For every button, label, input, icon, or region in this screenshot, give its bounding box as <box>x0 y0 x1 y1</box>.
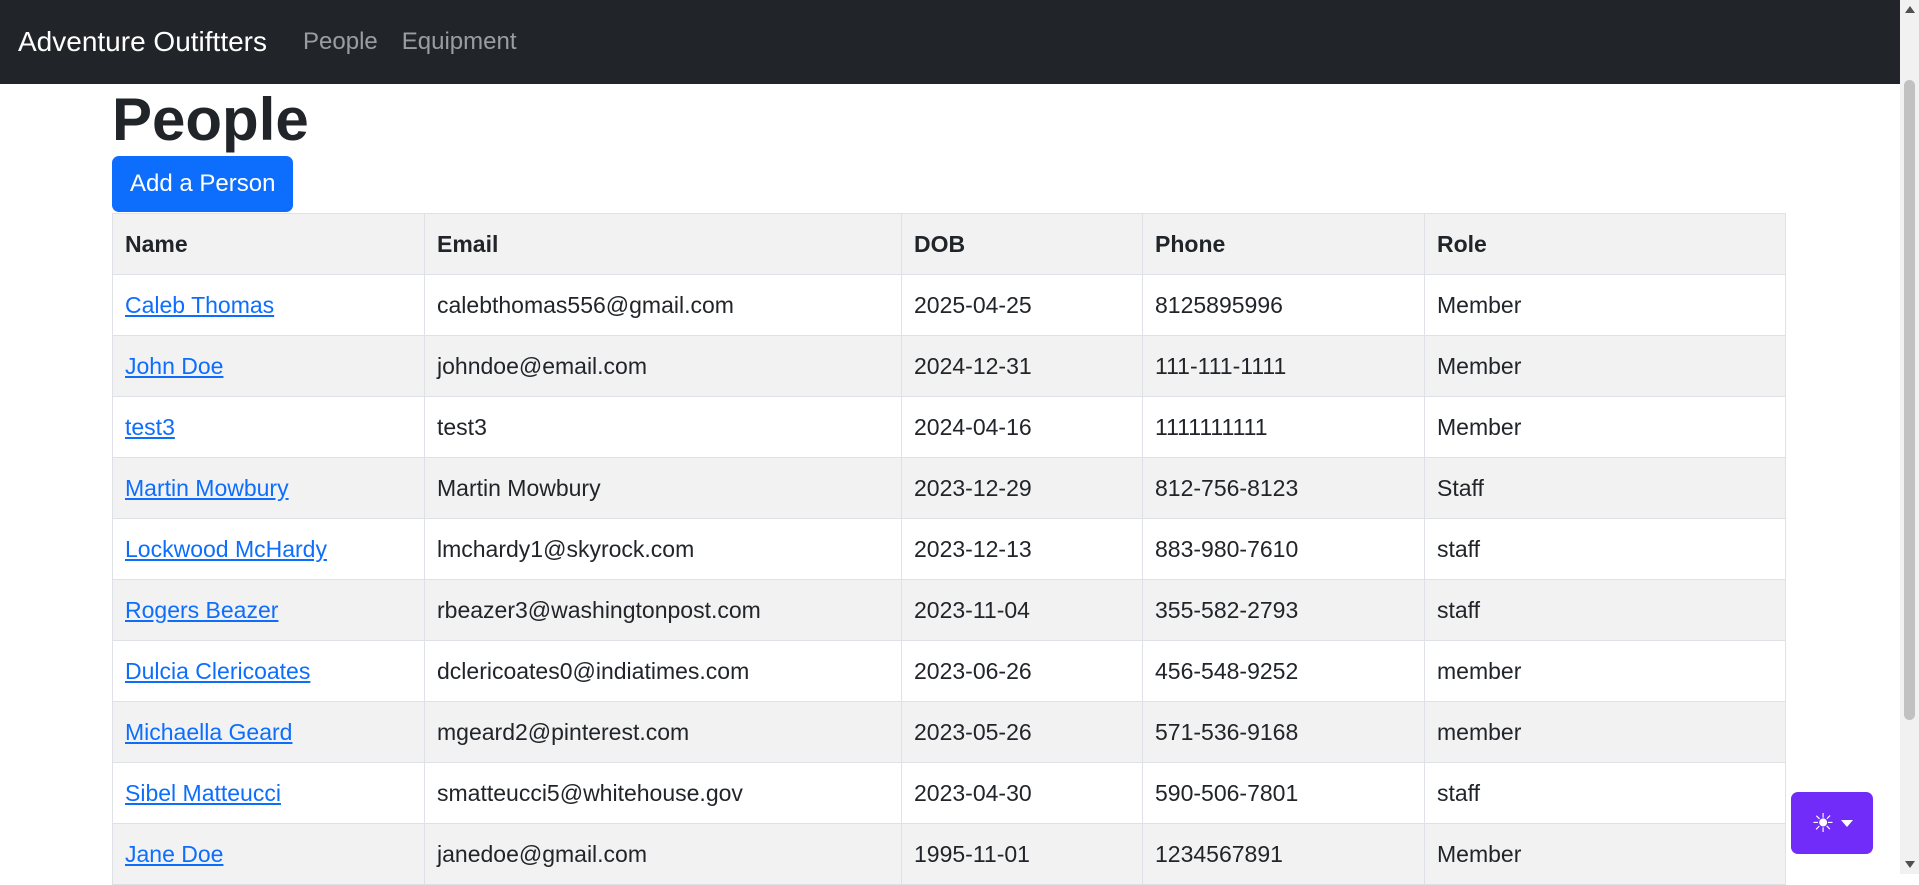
person-name-link[interactable]: Sibel Matteucci <box>125 780 281 806</box>
table-row: John Doe johndoe@email.com 2024-12-31 111-1… <box>112 335 1786 397</box>
cell-phone: 355-582-2793 <box>1142 579 1425 641</box>
table-row: Dulcia Clericoates dclericoates0@indiatim… <box>112 640 1786 702</box>
table-row: Lockwood McHardy lmchardy1@skyrock.com 202… <box>112 518 1786 580</box>
cell-role: Member <box>1424 274 1786 336</box>
cell-role: Member <box>1424 335 1786 397</box>
vertical-scrollbar[interactable] <box>1900 0 1919 874</box>
cell-phone: 590-506-7801 <box>1142 762 1425 824</box>
cell-dob: 2023-04-30 <box>901 762 1143 824</box>
cell-name: Caleb Thomas <box>112 274 425 336</box>
cell-role: Member <box>1424 396 1786 458</box>
theme-toggle-button[interactable]: ☀ <box>1791 792 1873 854</box>
cell-dob: 2024-04-16 <box>901 396 1143 458</box>
scroll-up-arrow-icon[interactable] <box>1905 6 1915 13</box>
cell-role: member <box>1424 640 1786 702</box>
cell-phone: 456-548-9252 <box>1142 640 1425 702</box>
cell-email: johndoe@email.com <box>424 335 902 397</box>
cell-phone: 1111111111 <box>1142 396 1425 458</box>
scrollbar-thumb[interactable] <box>1904 80 1915 720</box>
cell-phone: 883-980-7610 <box>1142 518 1425 580</box>
cell-role: Staff <box>1424 457 1786 519</box>
cell-name: Martin Mowbury <box>112 457 425 519</box>
person-name-link[interactable]: John Doe <box>125 353 223 379</box>
cell-phone: 571-536-9168 <box>1142 701 1425 763</box>
cell-role: staff <box>1424 762 1786 824</box>
cell-name: Dulcia Clericoates <box>112 640 425 702</box>
cell-name: Rogers Beazer <box>112 579 425 641</box>
cell-dob: 1995-11-01 <box>901 823 1143 885</box>
table-row: Sibel Matteucci smatteucci5@whitehouse.go… <box>112 762 1786 824</box>
cell-email: mgeard2@pinterest.com <box>424 701 902 763</box>
table-row: Rogers Beazer rbeazer3@washingtonpost.com… <box>112 579 1786 641</box>
table-row: Michaella Geard mgeard2@pinterest.com 2023… <box>112 701 1786 763</box>
cell-dob: 2023-12-13 <box>901 518 1143 580</box>
cell-dob: 2023-05-26 <box>901 701 1143 763</box>
cell-email: rbeazer3@washingtonpost.com <box>424 579 902 641</box>
cell-phone: 812-756-8123 <box>1142 457 1425 519</box>
cell-role: staff <box>1424 579 1786 641</box>
cell-name: Sibel Matteucci <box>112 762 425 824</box>
cell-phone: 1234567891 <box>1142 823 1425 885</box>
table-row: Jane Doe janedoe@gmail.com 1995-11-01 12345… <box>112 823 1786 885</box>
person-name-link[interactable]: Lockwood McHardy <box>125 536 327 562</box>
cell-email: janedoe@gmail.com <box>424 823 902 885</box>
top-navbar: Adventure Outiftters People Equipment <box>0 0 1900 84</box>
main-content: People Add a Person Name Email DOB Phone… <box>112 84 1787 885</box>
cell-role: Member <box>1424 823 1786 885</box>
page-title: People <box>112 86 309 153</box>
cell-name: John Doe <box>112 335 425 397</box>
cell-name: Jane Doe <box>112 823 425 885</box>
cell-dob: 2023-12-29 <box>901 457 1143 519</box>
cell-role: member <box>1424 701 1786 763</box>
table-body: Caleb Thomas calebthomas556@gmail.com 2025… <box>112 274 1786 885</box>
cell-role: staff <box>1424 518 1786 580</box>
brand-logo-text[interactable]: Adventure Outiftters <box>18 26 267 58</box>
chevron-down-icon <box>1840 819 1853 827</box>
add-person-button[interactable]: Add a Person <box>112 156 294 212</box>
person-name-link[interactable]: Jane Doe <box>125 841 223 867</box>
column-header-email: Email <box>424 213 902 275</box>
nav-link-equipment[interactable]: Equipment <box>402 28 517 56</box>
people-table: Name Email DOB Phone Role Caleb Thomas ca… <box>112 213 1786 885</box>
column-header-phone: Phone <box>1142 213 1425 275</box>
person-name-link[interactable]: Dulcia Clericoates <box>125 658 310 684</box>
cell-email: calebthomas556@gmail.com <box>424 274 902 336</box>
cell-email: smatteucci5@whitehouse.gov <box>424 762 902 824</box>
cell-dob: 2024-12-31 <box>901 335 1143 397</box>
table-row: Martin Mowbury Martin Mowbury 2023-12-29 81… <box>112 457 1786 519</box>
person-name-link[interactable]: Rogers Beazer <box>125 597 278 623</box>
nav-link-people[interactable]: People <box>303 28 378 56</box>
cell-phone: 8125895996 <box>1142 274 1425 336</box>
person-name-link[interactable]: Caleb Thomas <box>125 292 274 318</box>
cell-name: Lockwood McHardy <box>112 518 425 580</box>
cell-dob: 2023-06-26 <box>901 640 1143 702</box>
sun-icon: ☀ <box>1811 808 1835 838</box>
column-header-dob: DOB <box>901 213 1143 275</box>
cell-dob: 2025-04-25 <box>901 274 1143 336</box>
cell-email: lmchardy1@skyrock.com <box>424 518 902 580</box>
person-name-link[interactable]: Michaella Geard <box>125 719 292 745</box>
table-row: test3 test3 2024-04-16 1111111111 Member <box>112 396 1786 458</box>
column-header-role: Role <box>1424 213 1786 275</box>
table-row: Caleb Thomas calebthomas556@gmail.com 2025… <box>112 274 1786 336</box>
cell-phone: 111-111-1111 <box>1142 335 1425 397</box>
cell-name: Michaella Geard <box>112 701 425 763</box>
table-header-row: Name Email DOB Phone Role <box>112 213 1786 275</box>
cell-email: Martin Mowbury <box>424 457 902 519</box>
person-name-link[interactable]: test3 <box>125 414 175 440</box>
person-name-link[interactable]: Martin Mowbury <box>125 475 289 501</box>
cell-dob: 2023-11-04 <box>901 579 1143 641</box>
cell-email: dclericoates0@indiatimes.com <box>424 640 902 702</box>
column-header-name: Name <box>112 213 425 275</box>
cell-email: test3 <box>424 396 902 458</box>
scroll-down-arrow-icon[interactable] <box>1905 861 1915 868</box>
cell-name: test3 <box>112 396 425 458</box>
